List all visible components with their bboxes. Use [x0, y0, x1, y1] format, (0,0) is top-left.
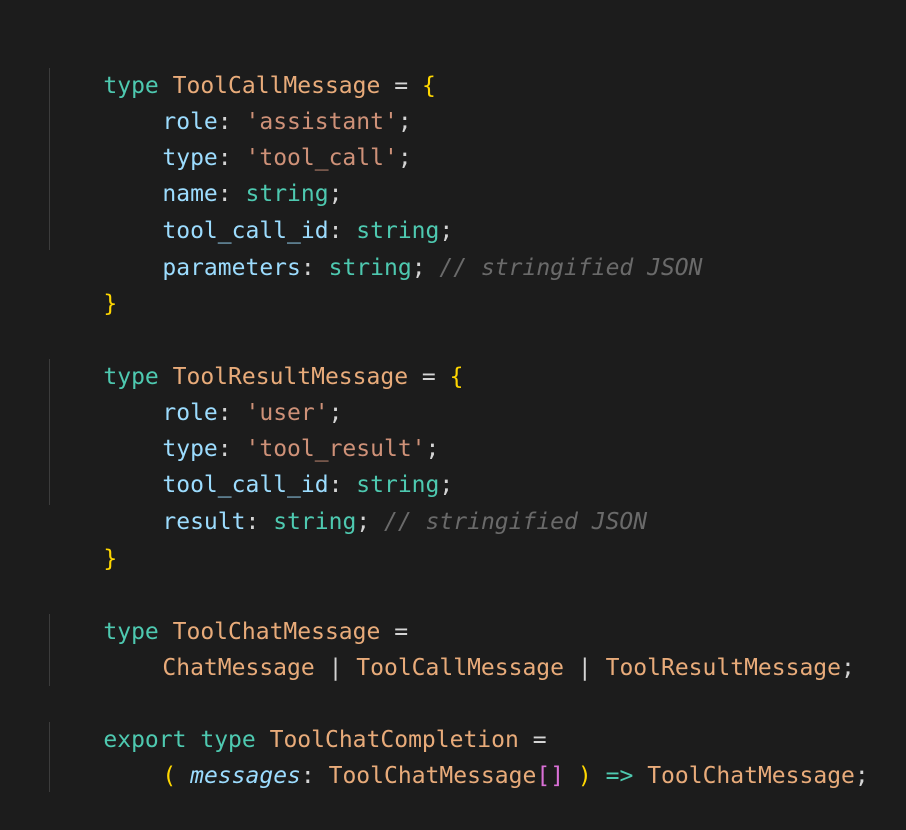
code-line: tool_call_id: string;	[48, 177, 453, 244]
punctuation: ;	[854, 763, 869, 789]
code-editor[interactable]: type ToolCallMessage = { role: 'assistan…	[0, 0, 906, 792]
code-line: role: 'assistant';	[48, 68, 411, 135]
code-line: result: string; // stringified JSON	[48, 468, 647, 535]
punctuation: ;	[411, 255, 426, 281]
bracket: }	[103, 546, 118, 572]
comment: // stringified JSON	[439, 255, 703, 281]
code-line: ( messages: ToolChatMessage[] ) => ToolC…	[48, 722, 868, 789]
type-reference: ChatMessage	[162, 655, 315, 681]
bracket: {	[421, 73, 436, 99]
bracket: (	[162, 763, 177, 789]
punctuation: :	[300, 763, 315, 789]
code-line: name: string;	[48, 140, 342, 207]
operator: |	[577, 655, 592, 681]
code-line: tool_call_id: string;	[48, 431, 453, 498]
code-line: type: 'tool_call';	[48, 104, 411, 171]
operator: |	[328, 655, 343, 681]
comment: // stringified JSON	[384, 509, 648, 535]
bracket: )	[577, 763, 592, 789]
punctuation: :	[245, 509, 260, 535]
code-line: }	[48, 505, 117, 572]
operator: =	[421, 364, 436, 390]
punctuation: ;	[356, 509, 371, 535]
property: result	[162, 509, 246, 535]
code-line: type ToolChatMessage =	[48, 578, 408, 645]
code-line: type ToolResultMessage = {	[48, 323, 463, 390]
punctuation: :	[300, 255, 315, 281]
bracket: ]	[550, 763, 565, 789]
type-reference: ToolResultMessage	[605, 655, 841, 681]
bracket: {	[449, 364, 464, 390]
code-line: export type ToolChatCompletion =	[48, 686, 546, 753]
code-line: type ToolCallMessage = {	[48, 32, 435, 99]
code-line: type: 'tool_result';	[48, 395, 439, 462]
bracket: [	[536, 763, 551, 789]
parameter: messages	[190, 763, 301, 789]
punctuation: ;	[397, 145, 412, 171]
operator: =>	[605, 763, 634, 789]
property: parameters	[162, 255, 301, 281]
bracket: }	[103, 291, 118, 317]
code-line: parameters: string; // stringified JSON	[48, 214, 702, 281]
code-line: ChatMessage | ToolCallMessage | ToolResu…	[48, 614, 854, 681]
type-keyword: string	[328, 255, 412, 281]
punctuation: ;	[841, 655, 855, 681]
type-reference: ToolChatMessage	[328, 763, 537, 789]
code-line: role: 'user';	[48, 359, 342, 426]
type-keyword: string	[273, 509, 357, 535]
type-reference: ToolChatMessage	[647, 763, 855, 789]
code-line: }	[48, 250, 117, 317]
type-reference: ToolCallMessage	[356, 655, 565, 681]
